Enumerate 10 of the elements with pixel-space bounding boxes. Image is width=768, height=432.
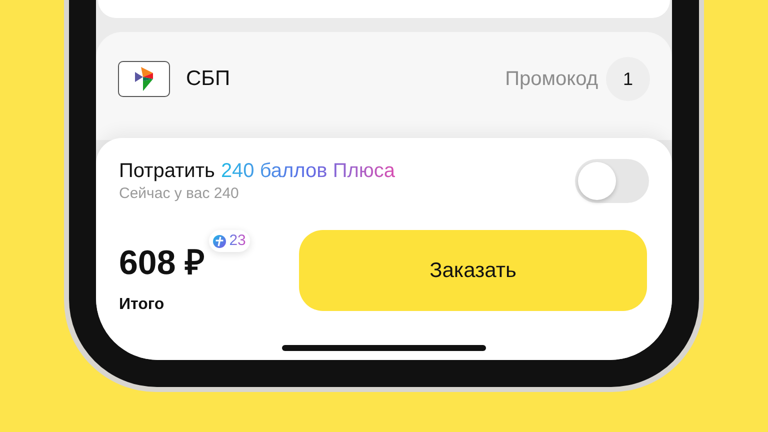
payment-method: СБП <box>186 66 230 92</box>
points-title: Потратить <box>119 159 215 184</box>
promo-count[interactable]: 1 <box>606 57 650 101</box>
points-toggle[interactable] <box>575 159 649 203</box>
total-label: Итого <box>119 295 166 315</box>
plus-points-icon <box>213 234 226 248</box>
sbp-logo-icon <box>118 61 170 97</box>
total-price: 608 ₽ <box>119 243 206 284</box>
order-button[interactable]: Заказать <box>299 230 647 311</box>
points-balance: Сейчас у вас 240 <box>119 184 240 204</box>
